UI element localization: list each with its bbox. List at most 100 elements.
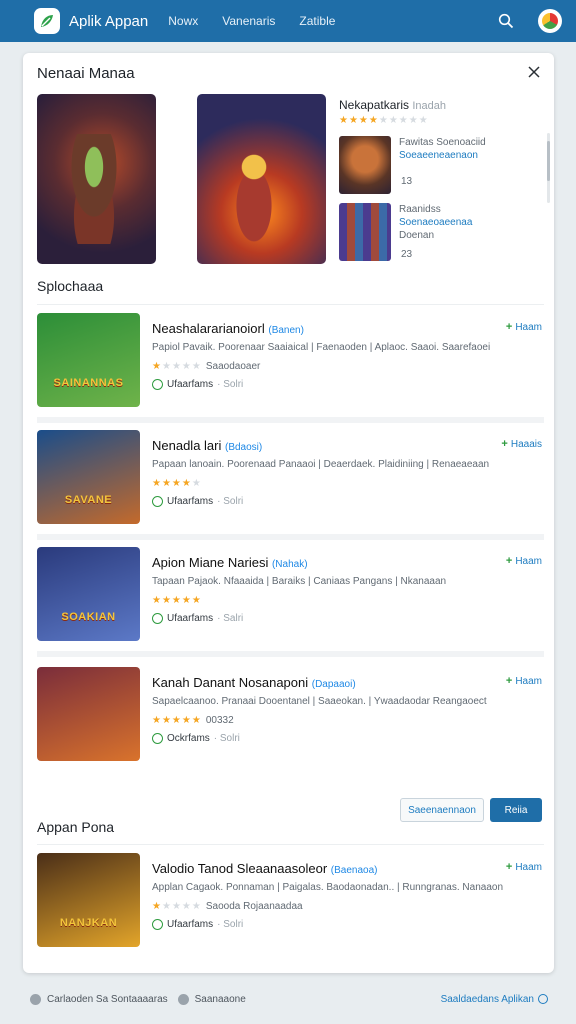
app-thumbnail[interactable]: SAVANE (37, 430, 140, 524)
app-status-muted: · Solri (213, 733, 240, 744)
app-title[interactable]: Kanah Danant Nosanaponi (Dapaaoi) (152, 675, 356, 690)
app-thumbnail[interactable]: SOAKIAN (37, 547, 140, 641)
app-status-text: Ufaarfams (167, 613, 214, 624)
nav-item-3[interactable]: Zatible (299, 14, 335, 28)
app-badge-text: Haaais (510, 438, 542, 450)
app-status: Ockrfams · Solri (152, 733, 240, 744)
app-tag: (Bdaosi) (225, 442, 263, 453)
app-badge[interactable]: + Haam (506, 675, 542, 687)
featured-image-1[interactable] (37, 94, 156, 264)
side-item-thumbnail (339, 203, 391, 261)
side-item[interactable]: Raanidss Soenaeoaeenaa Doenan 23 (339, 203, 539, 261)
brand-name[interactable]: Aplik Appan (69, 13, 148, 30)
app-row[interactable]: Kanah Danant Nosanaponi (Dapaaoi) Sapaelc… (37, 667, 544, 777)
status-check-icon (152, 919, 163, 930)
app-description: Sapaelcaanoo. Pranaai Dooentanel | Saaeo… (152, 696, 487, 707)
secondary-button[interactable]: Saeenaennaon (400, 798, 484, 822)
app-tag: (Banen) (268, 325, 304, 336)
app-status-text: Ufaarfams (167, 379, 214, 390)
search-icon[interactable] (498, 13, 514, 29)
app-status-muted: · Solri (217, 379, 244, 390)
app-logo-icon[interactable] (34, 8, 60, 34)
star-rating-icon: ★★★★★ (152, 595, 202, 606)
side-scrollbar-thumb[interactable] (547, 141, 550, 181)
plus-icon: + (501, 438, 508, 450)
app-status: Ufaarfams · Solri (152, 919, 243, 930)
side-rating-stars: ★★★★★★★★★ (339, 115, 429, 126)
side-item-text: Raanidss Soenaeoaeenaa Doenan (399, 203, 472, 242)
footer: Carlaoden Sa Sontaaaaras Saanaaone Saald… (30, 990, 548, 1008)
app-title-text: Neashalararianoiorl (152, 321, 265, 336)
app-row[interactable]: SAINANNAS Neashalararianoiorl (Banen) Papi… (37, 313, 544, 423)
app-badge[interactable]: + Haam (506, 321, 542, 333)
side-item-line2[interactable]: Soeaeeneaenaon (399, 149, 486, 162)
app-thumbnail-text: SOAKIAN (61, 611, 116, 623)
side-panel-title: Nekapatkaris Inadah (339, 98, 446, 112)
star-rating-icon: ★★★★★ (152, 715, 202, 726)
app-status-muted: · Solri (217, 496, 244, 507)
app-row[interactable]: NANJKAN Valodio Tanod Sleaanaasoleor (Bae… (37, 853, 544, 963)
app-rating: ★★★★★ Saaodaoaer (152, 356, 260, 374)
app-title[interactable]: Valodio Tanod Sleaanaasoleor (Baenaoa) (152, 861, 378, 876)
primary-button[interactable]: Reiia (490, 798, 542, 822)
app-badge[interactable]: + Haaais (501, 438, 542, 450)
nav-item-2[interactable]: Vanenaris (222, 14, 275, 28)
side-item[interactable]: Fawitas Soenoaciid Soeaeeneaenaon 13 (339, 136, 539, 194)
plus-icon: + (505, 675, 513, 687)
nav-item-1[interactable]: Nowx (168, 14, 198, 28)
close-icon[interactable] (526, 64, 542, 80)
side-item-count: 13 (401, 176, 413, 187)
app-status-text: Ockrfams (167, 733, 210, 744)
app-status-muted-text: Solri (223, 919, 244, 930)
footer-link[interactable]: Saaldaedans Aplikan (441, 994, 548, 1005)
app-status-text: Ufaarfams (167, 496, 214, 507)
footer-item-1[interactable]: Carlaoden Sa Sontaaaaras (30, 993, 168, 1005)
app-title[interactable]: Apion Miane Nariesi (Nahak) (152, 555, 308, 570)
app-status: Ufaarfams · Solri (152, 379, 243, 390)
divider (37, 304, 544, 305)
app-tag: (Dapaaoi) (311, 679, 356, 690)
app-badge[interactable]: + Haam (506, 555, 542, 567)
app-thumbnail[interactable]: NANJKAN (37, 853, 140, 947)
section-heading-main: Splochaaa (37, 278, 104, 294)
app-thumbnail[interactable]: SAINANNAS (37, 313, 140, 407)
app-status-muted-text: Solri (219, 733, 240, 744)
side-item-line3: Doenan (399, 230, 435, 241)
app-status-muted-text: Solri (223, 496, 244, 507)
app-thumbnail-text: NANJKAN (59, 917, 118, 929)
app-thumbnail[interactable] (37, 667, 140, 761)
app-badge[interactable]: + Haam (506, 861, 542, 873)
app-row[interactable]: SOAKIAN Apion Miane Nariesi (Nahak) Tapaan… (37, 547, 544, 657)
app-status-muted-text: Salri (223, 613, 244, 624)
divider (37, 844, 544, 845)
app-description: Tapaan Pajaok. Nfaaaida | Baraiks | Cani… (152, 576, 447, 587)
side-item-count: 23 (401, 249, 413, 260)
app-extra-text: Saooda Rojaanaadaa (205, 901, 303, 912)
app-title[interactable]: Nenadla lari (Bdaosi) (152, 438, 262, 453)
app-thumbnail-text: SAINANNAS (53, 377, 124, 389)
status-check-icon (152, 496, 163, 507)
app-row[interactable]: SAVANE Nenadla lari (Bdaosi) Papaan lanoai… (37, 430, 544, 540)
status-check-icon (152, 379, 163, 390)
app-badge-text: Haam (515, 675, 542, 687)
app-rating: ★★★★★ Saooda Rojaanaadaa (152, 896, 303, 914)
app-title[interactable]: Neashalararianoiorl (Banen) (152, 321, 304, 336)
featured-image-2[interactable] (197, 94, 326, 264)
star-rating-icon: ★★★★★ (152, 361, 202, 372)
plus-icon: + (505, 321, 513, 333)
main-card: Nenaai Manaa Nekapatkaris Inadah ★★★★★★★… (23, 53, 554, 973)
footer-item-2[interactable]: Saanaaone (177, 993, 246, 1005)
footer-text-1: Carlaoden Sa Sontaaaaras (47, 993, 168, 1005)
app-rating: ★★★★★ 00332 (152, 710, 234, 728)
top-bar: Aplik Appan Nowx Vanenaris Zatible (0, 0, 576, 42)
app-description: Papiol Pavaik. Poorenaar Saaiaical | Fae… (152, 342, 491, 353)
plus-icon: + (505, 555, 513, 567)
footer-dot-icon (30, 993, 41, 1005)
row-separator (37, 534, 544, 540)
side-item-line2[interactable]: Soenaeoaeenaa (399, 216, 472, 229)
app-title-text: Apion Miane Nariesi (152, 555, 269, 570)
avatar[interactable] (538, 9, 562, 33)
app-extra-text: Saaodaoaer (205, 361, 261, 372)
side-item-line1: Raanidss (399, 204, 441, 215)
side-scrollbar[interactable] (547, 133, 550, 203)
